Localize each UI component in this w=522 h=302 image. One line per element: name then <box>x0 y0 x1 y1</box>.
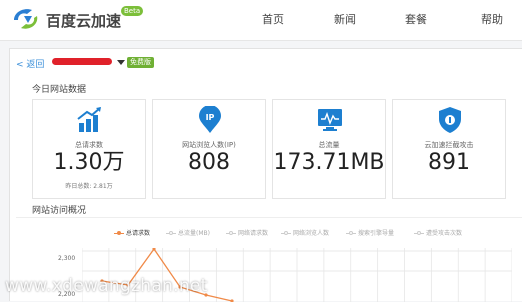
back-link[interactable]: < 返回 <box>16 57 44 70</box>
legend-item[interactable]: 搜索引擎导量 <box>346 228 394 237</box>
bar-chart-icon <box>77 107 101 132</box>
y-tick-label: 2,300 <box>58 255 76 262</box>
stat-card-attacks: 云加速拦截攻击 891 <box>392 99 506 199</box>
card-value: 891 <box>428 150 470 175</box>
stat-card-visitors: IP 网站浏览人数(IP) 808 <box>152 99 266 199</box>
chart-legend: 总请求数 总流量(MB) 网络请求数 网络浏览人数 搜索引擎导量 遭受攻击次数 <box>16 228 522 240</box>
shield-icon <box>439 107 461 133</box>
logo-icon <box>14 9 38 29</box>
legend-item[interactable]: 网络浏览人数 <box>281 228 329 237</box>
site-dropdown-caret-icon[interactable] <box>117 60 125 65</box>
overview-title: 网站访问概况 <box>32 206 87 216</box>
ip-pin-icon: IP <box>199 106 221 133</box>
card-label: 总请求数 <box>75 141 103 149</box>
card-label: 网站浏览人数(IP) <box>182 141 236 149</box>
card-label: 云加速拦截攻击 <box>424 141 474 149</box>
today-data-title: 今日网站数据 <box>32 85 87 95</box>
legend-item[interactable]: 遭受攻击次数 <box>414 228 462 237</box>
beta-badge: Beta <box>121 6 144 16</box>
legend-item[interactable]: 网络请求数 <box>226 228 268 237</box>
legend-item[interactable]: 总流量(MB) <box>166 228 210 237</box>
stat-card-requests: 总请求数 1.30万 昨日总数: 2.81万 <box>32 99 146 199</box>
svg-text:IP: IP <box>206 113 215 122</box>
stat-card-traffic: 总流量 173.71MB <box>272 99 386 199</box>
nav-plans[interactable]: 套餐 <box>405 0 427 40</box>
card-subtext: 昨日总数: 2.81万 <box>65 183 113 190</box>
site-name-redacted[interactable]: site <box>52 58 112 65</box>
nav-home[interactable]: 首页 <box>262 0 284 40</box>
watermark-text: www.xdewangzhan.net <box>5 276 208 296</box>
logo-text: 百度云加速 <box>46 12 122 30</box>
monitor-icon <box>318 109 342 131</box>
logo[interactable]: 百度云加速 Beta <box>10 5 210 35</box>
nav-help[interactable]: 帮助 <box>481 0 503 40</box>
plan-badge: 免费版 <box>127 57 154 68</box>
card-value: 1.30万 <box>53 150 125 175</box>
main-panel: < 返回 site 免费版 今日网站数据 总请求数 1.30万 昨日总数: 2.… <box>9 48 522 302</box>
card-value: 808 <box>188 150 230 175</box>
card-value: 173.71MB <box>273 150 385 175</box>
top-bar: 百度云加速 Beta 首页 新闻 套餐 帮助 <box>0 0 522 41</box>
nav-news[interactable]: 新闻 <box>334 0 356 40</box>
legend-item[interactable]: 总请求数 <box>114 228 150 237</box>
card-label: 总流量 <box>318 141 340 149</box>
